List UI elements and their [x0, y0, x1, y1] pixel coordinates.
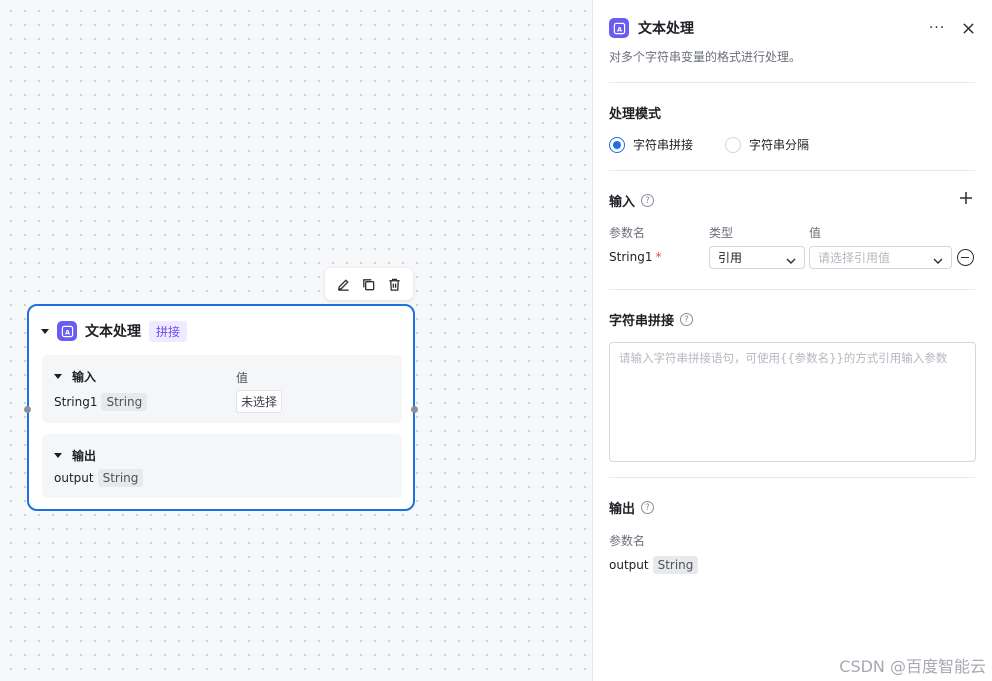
plus-icon [960, 192, 972, 204]
radio-checked-icon [609, 136, 625, 153]
help-icon[interactable]: ? [641, 501, 655, 514]
node-input-row: String1 String [54, 393, 148, 411]
delete-button[interactable] [383, 273, 405, 295]
mode-radio-group: 字符串拼接 字符串分隔 [609, 136, 841, 153]
concat-section-title: 字符串拼接 ? [609, 310, 694, 329]
type-select[interactable]: 引用 [709, 246, 805, 269]
param-name: String1 [54, 395, 98, 409]
divider [609, 477, 975, 478]
node-input-header[interactable]: 输入 [54, 368, 96, 385]
panel-header: A 文本处理 [609, 18, 694, 38]
type-chip: String [101, 393, 148, 411]
more-options-icon[interactable]: ··· [927, 18, 947, 38]
close-button[interactable] [958, 18, 978, 38]
output-row: output String [609, 556, 699, 574]
input-section-title: 输入 ? [609, 191, 655, 210]
trash-icon [389, 278, 400, 291]
name-column-label: 参数名 [609, 226, 646, 240]
collapse-caret-icon[interactable] [41, 328, 49, 334]
remove-input-button[interactable] [957, 249, 974, 266]
mode-tag: 拼接 [149, 320, 188, 342]
chevron-down-icon [54, 374, 62, 379]
chevron-down-icon [933, 254, 943, 264]
text-process-node[interactable]: A 文本处理 拼接 输入 值 String1 String 未选择 输出 out [24, 304, 418, 511]
node-title: 文本处理 [85, 324, 141, 340]
output-port[interactable] [411, 406, 418, 413]
divider [609, 170, 975, 171]
reference-value-select[interactable]: 请选择引用值 [809, 246, 952, 269]
pencil-icon [338, 278, 349, 291]
help-icon[interactable]: ? [641, 194, 655, 207]
workflow-canvas[interactable]: A 文本处理 拼接 输入 值 String1 String 未选择 输出 out [0, 0, 593, 681]
value-chip: 未选择 [236, 390, 283, 413]
chevron-down-icon [54, 453, 62, 458]
mode-section-title: 处理模式 [609, 107, 662, 122]
node-output-header[interactable]: 输出 [54, 447, 96, 464]
radio-split[interactable]: 字符串分隔 [725, 136, 809, 153]
copy-button[interactable] [358, 273, 380, 295]
type-chip: String [97, 469, 144, 487]
input-param-name: String1 * [609, 250, 662, 264]
required-mark: * [655, 250, 662, 264]
type-chip: String [652, 556, 699, 574]
node-output-row: output String [54, 469, 144, 487]
svg-text:A: A [616, 25, 621, 33]
concat-expression-input[interactable] [609, 342, 976, 462]
type-column-label: 类型 [709, 226, 734, 240]
chevron-down-icon [786, 254, 796, 264]
text-process-icon: A [609, 18, 629, 38]
node-output-section: 输出 output String [42, 434, 402, 498]
output-section-title: 输出 ? [609, 498, 655, 517]
node-config-panel: A 文本处理 ··· 对多个字符串变量的格式进行处理。 处理模式 字符串拼接 字… [594, 0, 992, 681]
divider [609, 82, 975, 83]
edit-button[interactable] [333, 273, 355, 295]
output-param-name: output [609, 558, 649, 572]
panel-title: 文本处理 [638, 21, 694, 37]
add-input-button[interactable] [956, 188, 976, 208]
radio-concat[interactable]: 字符串拼接 [609, 136, 693, 153]
radio-unchecked-icon [725, 136, 742, 153]
watermark: CSDN @百度智能云 [839, 657, 986, 676]
panel-description: 对多个字符串变量的格式进行处理。 [609, 50, 802, 64]
node-header: A 文本处理 拼接 [41, 320, 188, 342]
output-name-column-label: 参数名 [609, 534, 646, 548]
text-process-icon: A [57, 321, 77, 341]
help-icon[interactable]: ? [680, 313, 694, 326]
close-icon [962, 22, 974, 34]
svg-text:A: A [64, 328, 69, 336]
value-column-label: 值 [809, 226, 822, 240]
input-port[interactable] [24, 406, 31, 413]
divider [609, 289, 975, 290]
copy-icon [363, 278, 375, 290]
param-name: output [54, 471, 94, 485]
node-input-section: 输入 值 String1 String 未选择 [42, 355, 402, 423]
value-column-label: 值 [236, 371, 249, 385]
node-toolbar [325, 268, 413, 300]
